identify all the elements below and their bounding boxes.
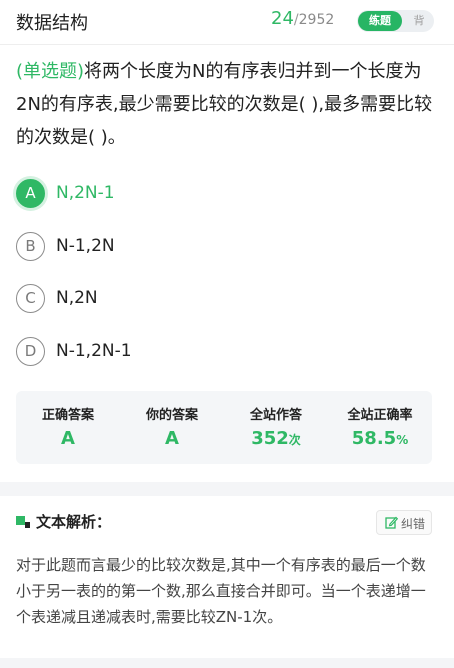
total-count: 2952 bbox=[298, 12, 335, 28]
option-b[interactable]: B N-1,2N bbox=[16, 230, 436, 264]
stat-correct-answer: 正确答案 A bbox=[16, 391, 120, 464]
answer-stats: 正确答案 A 你的答案 A 全站作答 352次 全站正确率 58.5% bbox=[16, 391, 432, 464]
option-a[interactable]: A N,2N-1 bbox=[16, 177, 436, 211]
memorize-mode-tab[interactable]: 背 bbox=[407, 10, 431, 32]
subject-title: 数据结构 bbox=[16, 13, 88, 34]
question-text: (单选题)将两个长度为N的有序表归并到一个长度为2N的有序表,最少需要比较的次数… bbox=[16, 55, 440, 154]
stat-label: 正确答案 bbox=[41, 408, 94, 423]
stat-number: 58.5 bbox=[351, 428, 397, 449]
stat-label: 全站作答 bbox=[249, 408, 302, 423]
mode-toggle[interactable]: 练题 背 bbox=[357, 10, 434, 32]
option-d-letter: D bbox=[16, 337, 45, 366]
stat-total-attempts: 全站作答 352次 bbox=[224, 391, 328, 464]
option-c-text: N,2N bbox=[56, 288, 98, 308]
report-error-button[interactable]: 纠错 bbox=[376, 510, 432, 535]
stat-number: 352 bbox=[251, 428, 289, 449]
stat-value: A bbox=[16, 428, 120, 449]
option-b-letter: B bbox=[16, 232, 45, 261]
stat-unit: 次 bbox=[288, 433, 301, 447]
stat-value: 352次 bbox=[224, 428, 328, 449]
stat-value: A bbox=[120, 428, 224, 449]
stat-number: A bbox=[165, 428, 179, 449]
question-counter: 24/2952 bbox=[271, 8, 334, 29]
analysis-card: 文本解析： 纠错 对于此题而言最少的比较次数是,其中一个有序表的最后一个数小于另… bbox=[0, 496, 454, 658]
option-d-text: N-1,2N-1 bbox=[56, 341, 132, 361]
question-card: 数据结构 24/2952 练题 背 (单选题)将两个长度为N的有序表归并到一个长… bbox=[0, 0, 454, 482]
option-c[interactable]: C N,2N bbox=[16, 282, 436, 316]
option-a-letter: A bbox=[16, 179, 45, 208]
analysis-label: 文本解析： bbox=[36, 513, 112, 531]
analysis-text: 对于此题而言最少的比较次数是,其中一个有序表的最后一个数小于另一表的的第一个数,… bbox=[16, 556, 426, 626]
stat-unit: % bbox=[396, 433, 409, 447]
current-number: 24 bbox=[271, 8, 294, 29]
top-bar: 数据结构 24/2952 练题 背 bbox=[0, 0, 454, 42]
practice-mode-tab[interactable]: 练题 bbox=[358, 11, 402, 31]
stat-value: 58.5% bbox=[328, 428, 432, 449]
report-error-label: 纠错 bbox=[401, 517, 426, 531]
analysis-icon bbox=[16, 516, 30, 528]
option-b-text: N-1,2N bbox=[56, 236, 115, 256]
stat-number: A bbox=[61, 428, 75, 449]
stat-accuracy: 全站正确率 58.5% bbox=[328, 391, 432, 464]
option-a-text: N,2N-1 bbox=[56, 183, 115, 203]
stat-label: 你的答案 bbox=[145, 408, 198, 423]
header-divider bbox=[0, 44, 454, 45]
option-c-letter: C bbox=[16, 284, 45, 313]
stat-your-answer: 你的答案 A bbox=[120, 391, 224, 464]
question-type-tag: (单选题) bbox=[16, 61, 85, 82]
option-d[interactable]: D N-1,2N-1 bbox=[16, 335, 436, 369]
edit-icon bbox=[385, 516, 398, 529]
stat-label: 全站正确率 bbox=[347, 408, 413, 423]
